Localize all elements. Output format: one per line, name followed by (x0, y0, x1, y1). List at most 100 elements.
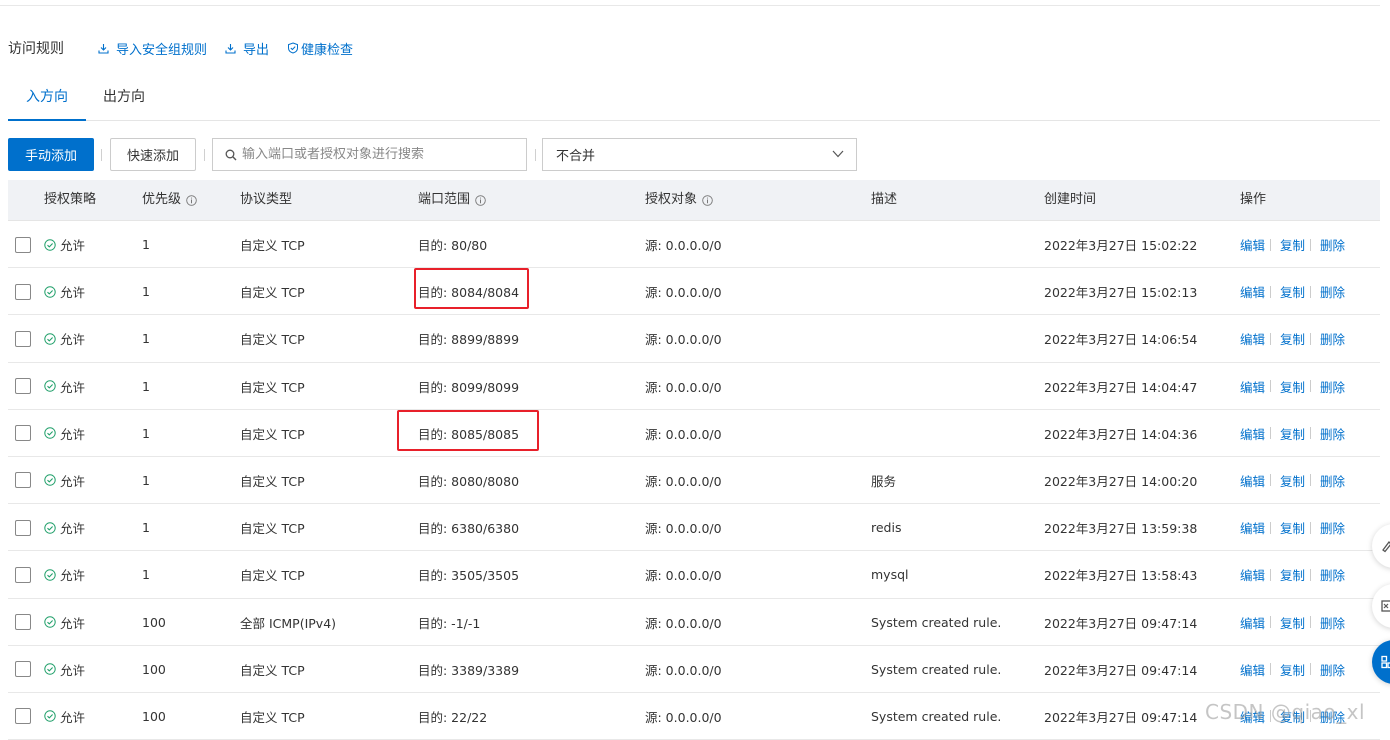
cell-created: 2022年3月27日 13:58:43 (1044, 568, 1198, 584)
cell-port-range: 目的: 8080/8080 (418, 473, 520, 489)
shield-check-icon (288, 42, 299, 54)
action-separator (1270, 710, 1272, 723)
cell-created: 2022年3月27日 14:00:20 (1044, 473, 1198, 489)
copy-link[interactable]: 复制 (1280, 282, 1305, 301)
delete-link[interactable]: 删除 (1320, 660, 1345, 679)
cell-port-range: 目的: -1/-1 (418, 615, 481, 631)
search-input[interactable] (242, 147, 522, 162)
edit-link[interactable]: 编辑 (1240, 282, 1265, 301)
row-checkbox[interactable] (15, 236, 31, 253)
cell-policy: 允许 (44, 457, 85, 504)
cell-port-range: 目的: 8099/8099 (418, 379, 520, 395)
cell-created: 2022年3月27日 14:04:47 (1044, 379, 1198, 395)
row-checkbox[interactable] (15, 330, 31, 347)
row-checkbox[interactable] (15, 566, 31, 583)
cell-auth-object: 源: 0.0.0.0/0 (645, 662, 722, 678)
cell-priority: 1 (142, 567, 150, 583)
cell-port-range: 目的: 3389/3389 (418, 662, 520, 678)
edit-link[interactable]: 编辑 (1240, 329, 1265, 348)
import-rules-link[interactable]: 导入安全组规则 (98, 39, 207, 58)
cell-actions: 编辑 复制 删除 (1240, 363, 1345, 410)
edit-link[interactable]: 编辑 (1240, 613, 1265, 632)
copy-link[interactable]: 复制 (1280, 613, 1305, 632)
edit-link[interactable]: 编辑 (1240, 518, 1265, 537)
cell-auth-object: 源: 0.0.0.0/0 (645, 426, 722, 442)
copy-link[interactable]: 复制 (1280, 471, 1305, 490)
delete-link[interactable]: 删除 (1320, 377, 1345, 396)
action-separator (1310, 285, 1312, 298)
export-link[interactable]: 导出 (225, 39, 269, 58)
edit-link[interactable]: 编辑 (1240, 471, 1265, 490)
edit-link[interactable]: 编辑 (1240, 707, 1265, 726)
copy-link[interactable]: 复制 (1280, 377, 1305, 396)
rules-header: 访问规则 导入安全组规则 导出 健康检查 (8, 38, 371, 58)
action-separator (1270, 380, 1272, 393)
cell-priority: 1 (142, 472, 150, 488)
cell-port-range: 目的: 6380/6380 (418, 521, 520, 537)
delete-link[interactable]: 删除 (1320, 471, 1345, 490)
cell-policy: 允许 (44, 599, 85, 646)
delete-link[interactable]: 删除 (1320, 235, 1345, 254)
delete-link[interactable]: 删除 (1320, 707, 1345, 726)
tab-outbound[interactable]: 出方向 (103, 82, 145, 121)
merge-select[interactable]: 不合并 (542, 138, 857, 171)
delete-link[interactable]: 删除 (1320, 518, 1345, 537)
edit-icon (1382, 541, 1390, 553)
edit-link[interactable]: 编辑 (1240, 660, 1265, 679)
info-icon[interactable] (702, 194, 713, 206)
row-checkbox[interactable] (15, 519, 31, 536)
col-priority: 优先级 (142, 180, 197, 220)
action-separator (1270, 474, 1272, 487)
copy-link[interactable]: 复制 (1280, 424, 1305, 443)
edit-link[interactable]: 编辑 (1240, 424, 1265, 443)
delete-link[interactable]: 删除 (1320, 565, 1345, 584)
copy-link[interactable]: 复制 (1280, 518, 1305, 537)
row-checkbox[interactable] (15, 661, 31, 678)
delete-link[interactable]: 删除 (1320, 282, 1345, 301)
info-icon[interactable] (186, 194, 197, 206)
cell-port-range: 目的: 80/80 (418, 238, 488, 253)
export-label: 导出 (243, 42, 270, 58)
delete-link[interactable]: 删除 (1320, 424, 1345, 443)
cell-auth-object: 源: 0.0.0.0/0 (645, 615, 722, 631)
cell-priority: 100 (142, 661, 166, 677)
delete-link[interactable]: 删除 (1320, 329, 1345, 348)
manual-add-button[interactable]: 手动添加 (8, 138, 94, 171)
edit-link[interactable]: 编辑 (1240, 377, 1265, 396)
cell-protocol: 自定义 TCP (240, 332, 305, 348)
tab-inbound[interactable]: 入方向 (8, 82, 86, 121)
table-row: 允许 1 自定义 TCP 目的: 80/80 源: 0.0.0.0/0 2022年3月27… (8, 221, 1380, 269)
edit-link[interactable]: 编辑 (1240, 235, 1265, 254)
edit-link[interactable]: 编辑 (1240, 565, 1265, 584)
info-icon[interactable] (475, 194, 486, 206)
copy-link[interactable]: 复制 (1280, 565, 1305, 584)
row-checkbox[interactable] (15, 614, 31, 630)
highlight-box (397, 409, 539, 451)
cell-checkbox (15, 221, 31, 268)
search-box[interactable] (212, 138, 527, 171)
cell-checkbox (15, 646, 31, 693)
row-checkbox[interactable] (15, 708, 31, 725)
copy-link[interactable]: 复制 (1280, 660, 1305, 679)
cell-protocol: 自定义 TCP (240, 426, 305, 442)
cell-policy: 允许 (44, 363, 85, 410)
row-checkbox[interactable] (15, 425, 31, 442)
table-row: 允许 100 自定义 TCP 目的: 3389/3389 源: 0.0.0.0/0 Sys… (8, 646, 1380, 693)
cell-actions: 编辑 复制 删除 (1240, 599, 1345, 646)
cell-priority: 100 (142, 708, 166, 724)
quick-add-button[interactable]: 快速添加 (110, 138, 196, 171)
table-row: 允许 1 自定义 TCP 目的: 8084/8084 源: 0.0.0.0/0 2022年… (8, 268, 1380, 316)
row-checkbox[interactable] (15, 472, 31, 489)
col-created: 创建时间 (1044, 192, 1097, 207)
page-title: 访问规则 (8, 41, 64, 57)
row-checkbox[interactable] (15, 378, 31, 395)
copy-link[interactable]: 复制 (1280, 329, 1305, 348)
rules-table: 授权策略 优先级 协议类型 端口范围 授权对象 描述 创建时间 操作 允许 1 自定… (8, 180, 1380, 740)
policy-label: 允许 (60, 568, 86, 584)
delete-link[interactable]: 删除 (1320, 613, 1345, 632)
health-check-link[interactable]: 健康检查 (287, 39, 353, 58)
copy-link[interactable]: 复制 (1280, 707, 1305, 726)
copy-link[interactable]: 复制 (1280, 235, 1305, 254)
row-checkbox[interactable] (15, 283, 31, 300)
cell-policy: 允许 (44, 551, 85, 598)
